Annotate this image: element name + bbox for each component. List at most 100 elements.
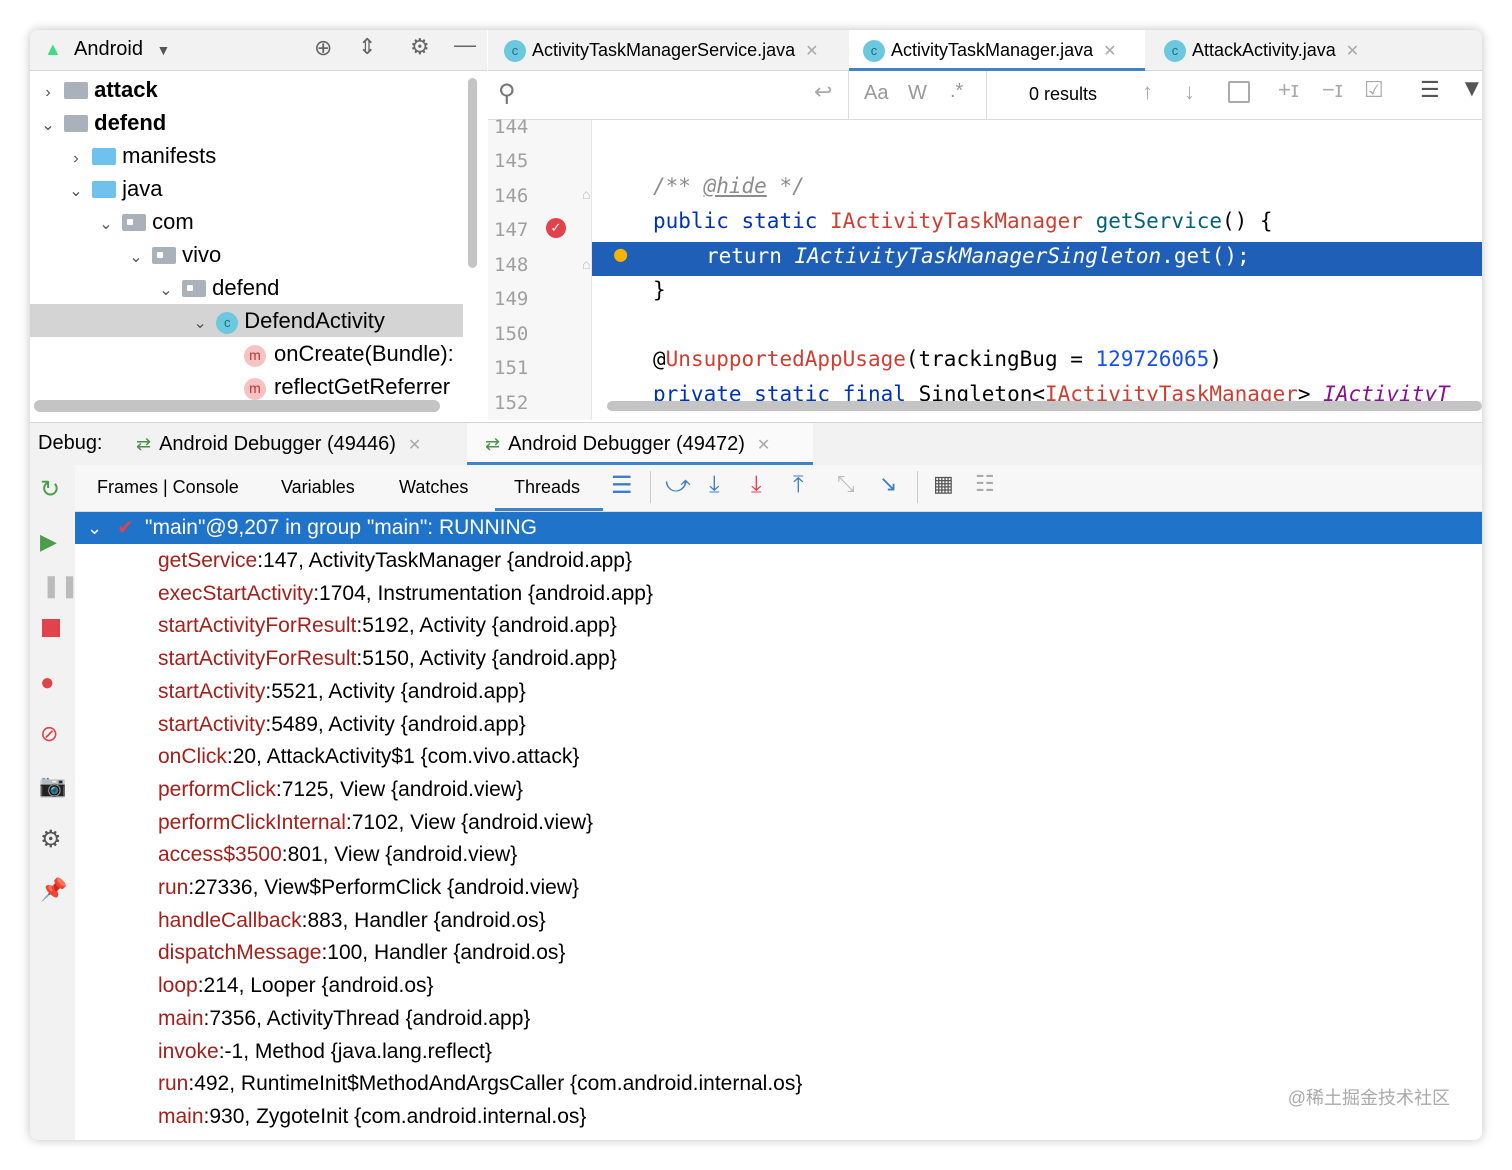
stack-frame-row[interactable]: onClick:20, AttackActivity$1 {com.vivo.a…	[158, 741, 579, 773]
method-icon: m	[244, 345, 266, 367]
whole-words-button[interactable]: W	[908, 82, 927, 105]
step-over-icon[interactable]: ⤓	[709, 471, 720, 499]
project-horizontal-scrollbar[interactable]	[34, 400, 440, 412]
stack-frame-row[interactable]: invoke:-1, Method {java.lang.reflect}	[158, 1036, 492, 1068]
stack-frame-row[interactable]: startActivityForResult:5192, Activity {a…	[158, 610, 617, 642]
camera-icon[interactable]: 📷	[39, 773, 66, 799]
stack-frame-row[interactable]: dispatchMessage:100, Handler {android.os…	[158, 937, 565, 969]
chevron-right-icon[interactable]: ›	[38, 76, 58, 109]
debug-session-tab-49446[interactable]: ⇄ Android Debugger (49446) ✕	[136, 423, 421, 465]
close-icon[interactable]: ✕	[1346, 43, 1359, 60]
rerun-icon[interactable]: ↻	[40, 475, 60, 504]
tree-item-defendactivity[interactable]: ⌄ c DefendActivity	[30, 304, 463, 337]
select-all-occurrences-icon[interactable]	[1228, 81, 1250, 103]
pause-icon[interactable]: ❚❚	[42, 573, 79, 599]
stack-frame-row[interactable]: performClick:7125, View {android.view}	[158, 774, 523, 806]
editor-horizontal-scrollbar[interactable]	[607, 401, 1482, 411]
layout-menu-icon[interactable]: ☰	[611, 471, 633, 500]
close-icon[interactable]: ✕	[408, 437, 421, 454]
stack-frame-row[interactable]: startActivity:5521, Activity {android.ap…	[158, 676, 526, 708]
regex-button[interactable]: .*	[950, 80, 963, 103]
lightbulb-icon[interactable]: ●	[614, 242, 627, 267]
settings-icon[interactable]: ⚙	[40, 825, 62, 854]
breakpoint-icon[interactable]: ✓	[546, 218, 566, 238]
close-icon[interactable]: ✕	[757, 437, 770, 454]
debug-session-tab-49472[interactable]: ⇄ Android Debugger (49472) ✕	[467, 423, 813, 465]
arrow-up-icon[interactable]: ↑	[1142, 79, 1153, 105]
tab-frames-console[interactable]: Frames | Console	[97, 477, 239, 498]
chevron-down-icon[interactable]: ⌄	[66, 175, 86, 208]
resume-icon[interactable]: ▶	[40, 529, 57, 555]
tree-item-java[interactable]: ⌄ java	[66, 172, 162, 205]
tab-activitytaskmanagerservice[interactable]: c ActivityTaskManagerService.java ✕	[488, 30, 848, 70]
tree-item-reflectgetreferrer[interactable]: m reflectGetReferrer	[244, 370, 450, 403]
stack-frame-row[interactable]: main:930, ZygoteInit {com.android.intern…	[158, 1101, 586, 1133]
step-out-icon[interactable]: ⤒	[793, 471, 804, 499]
tab-activitytaskmanager[interactable]: c ActivityTaskManager.java ✕	[849, 30, 1145, 71]
trace-current-stream-icon[interactable]: ☷	[975, 471, 995, 497]
stack-frame-row[interactable]: startActivityForResult:5150, Activity {a…	[158, 643, 617, 675]
chevron-down-icon[interactable]: ⌄	[190, 307, 210, 340]
add-occurrence-icon[interactable]: +ɪ	[1278, 77, 1299, 103]
tree-item-defend-package[interactable]: ⌄ defend	[156, 271, 279, 304]
fold-marker-icon[interactable]: ⌂	[582, 256, 590, 272]
show-execution-point-icon[interactable]: ⤻	[665, 471, 691, 499]
filter-options-icon[interactable]: ☰	[1420, 77, 1440, 103]
tree-item-vivo[interactable]: ⌄ vivo	[126, 238, 221, 271]
stack-frame-row[interactable]: performClickInternal:7102, View {android…	[158, 807, 593, 839]
project-view-selector[interactable]: Android ▼	[74, 38, 170, 61]
chevron-down-icon[interactable]: ⌄	[96, 208, 116, 241]
close-icon[interactable]: ✕	[1103, 43, 1116, 60]
tree-item-oncreate[interactable]: m onCreate(Bundle):	[244, 337, 454, 370]
remove-occurrence-icon[interactable]: −ɪ	[1322, 77, 1343, 103]
match-case-button[interactable]: Aa	[864, 82, 888, 105]
chevron-down-icon[interactable]: ⌄	[126, 241, 146, 274]
stack-frame-row[interactable]: execStartActivity:1704, Instrumentation …	[158, 578, 653, 610]
search-input[interactable]	[534, 77, 834, 111]
stack-frame-row[interactable]: main:7356, ActivityThread {android.app}	[158, 1003, 530, 1035]
chevron-down-icon[interactable]: ⌄	[156, 274, 176, 307]
mute-breakpoints-icon[interactable]: ⊘	[40, 721, 58, 747]
close-icon[interactable]: ✕	[805, 43, 818, 60]
module-folder-icon	[64, 115, 89, 132]
evaluate-expression-icon[interactable]: ▦	[933, 471, 954, 497]
chevron-down-icon[interactable]: ⌄	[38, 109, 58, 142]
collapse-all-icon[interactable]: ⇕	[358, 34, 376, 60]
tree-item-attack[interactable]: › attack	[38, 73, 157, 109]
project-vertical-scrollbar[interactable]	[468, 78, 477, 268]
drop-frame-icon[interactable]: ⤡	[837, 471, 855, 497]
view-breakpoints-icon[interactable]: ●	[40, 669, 55, 697]
stack-frame-row[interactable]: loop:214, Looper {android.os}	[158, 970, 434, 1002]
arrow-down-icon[interactable]: ↓	[1184, 79, 1195, 105]
tab-variables[interactable]: Variables	[281, 477, 355, 498]
pin-icon[interactable]: 📌	[40, 877, 67, 903]
tree-item-manifests[interactable]: › manifests	[66, 139, 216, 172]
tab-attackactivity[interactable]: c AttackActivity.java ✕	[1148, 30, 1388, 70]
fold-marker-icon[interactable]: ⌂	[582, 186, 590, 202]
tree-item-defend-module[interactable]: ⌄ defend	[38, 106, 166, 139]
run-to-cursor-icon[interactable]: ↘	[879, 471, 897, 497]
tab-watches[interactable]: Watches	[399, 477, 468, 498]
search-icon[interactable]: ⚲	[498, 79, 516, 108]
stack-frame-row[interactable]: getService:147, ActivityTaskManager {and…	[158, 545, 632, 577]
filter-icon[interactable]: ▼	[1460, 75, 1482, 103]
code-editor[interactable]: ● /** @hide */ public static IActivityTa…	[592, 120, 1482, 420]
tab-label: ActivityTaskManagerService.java	[532, 40, 796, 60]
minimize-icon[interactable]: —	[454, 32, 476, 58]
newline-icon[interactable]: ↩	[814, 79, 832, 105]
stack-frame-row[interactable]: run:492, RuntimeInit$MethodAndArgsCaller…	[158, 1068, 802, 1100]
target-icon[interactable]: ⊕	[314, 35, 332, 61]
stack-frame-row[interactable]: access$3500:801, View {android.view}	[158, 839, 517, 871]
tab-threads[interactable]: Threads	[495, 465, 603, 511]
chevron-down-icon[interactable]: ⌄	[87, 512, 102, 544]
stop-icon[interactable]	[42, 619, 60, 637]
stack-frame-row[interactable]: run:27336, View$PerformClick {android.vi…	[158, 872, 579, 904]
toggle-occurrence-icon[interactable]: ☑	[1364, 77, 1384, 103]
tree-item-com[interactable]: ⌄ com	[96, 205, 193, 241]
gear-icon[interactable]: ⚙	[410, 34, 430, 60]
step-into-icon[interactable]: ⤓	[751, 471, 762, 499]
stack-frame-row[interactable]: startActivity:5489, Activity {android.ap…	[158, 709, 526, 741]
chevron-right-icon[interactable]: ›	[66, 142, 86, 175]
stack-frame-row[interactable]: handleCallback:883, Handler {android.os}	[158, 905, 546, 937]
thread-row-main[interactable]: ⌄ ✔ "main"@9,207 in group "main": RUNNIN…	[75, 512, 1482, 544]
